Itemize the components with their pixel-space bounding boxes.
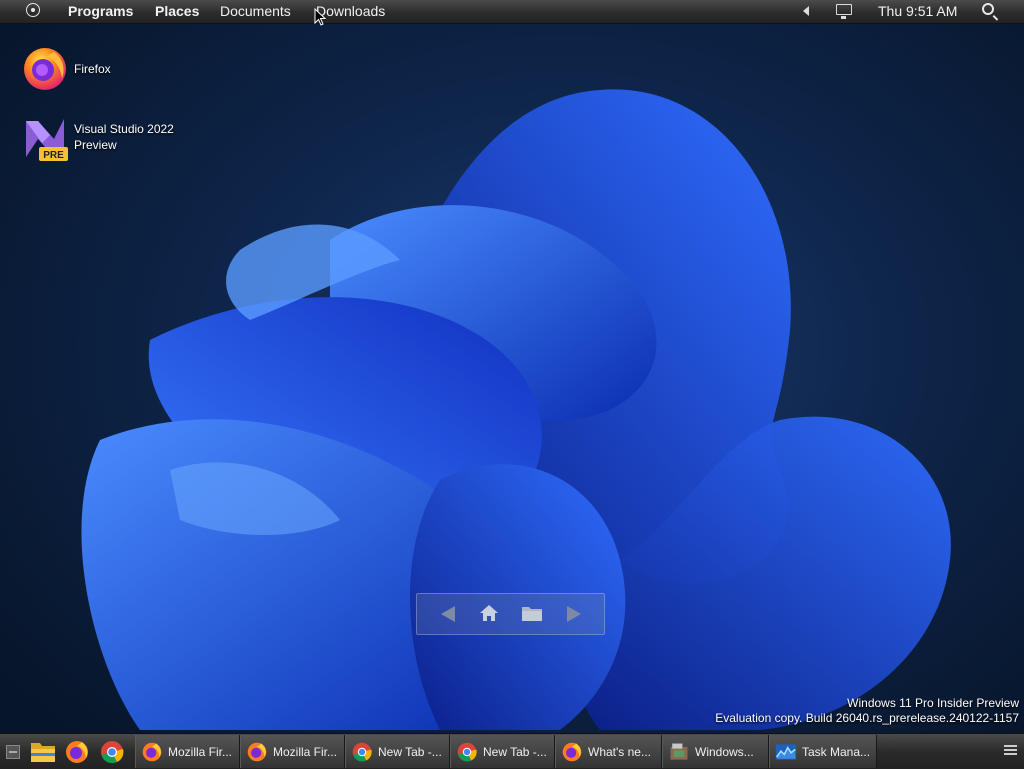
- firefox-icon: [142, 742, 162, 762]
- firefox-icon: [562, 742, 582, 762]
- taskbar-window-label: Mozilla Fir...: [273, 745, 338, 759]
- taskbar-window-label: Mozilla Fir...: [168, 745, 233, 759]
- mouse-cursor-icon: [314, 8, 326, 26]
- taskbar-window-firefox-2[interactable]: Mozilla Fir...: [240, 735, 345, 768]
- desktop-icon-label: Firefox: [74, 62, 111, 76]
- taskbar-window-chrome-1[interactable]: New Tab -...: [345, 735, 450, 768]
- windows-app-icon: [670, 743, 688, 760]
- chrome-icon: [352, 742, 372, 762]
- forward-arrow-icon[interactable]: [565, 605, 583, 623]
- dock: [416, 593, 605, 635]
- desktop[interactable]: Programs Places Documents Downloads Thu …: [0, 0, 1024, 769]
- windows-watermark: Windows 11 Pro Insider Preview Evaluatio…: [715, 696, 1019, 726]
- taskbar-window-windows-app[interactable]: Windows...: [662, 735, 769, 768]
- taskbar-window-firefox-3[interactable]: What's ne...: [555, 735, 662, 768]
- firefox-icon[interactable]: [64, 739, 90, 765]
- documents-menu[interactable]: Documents: [220, 3, 291, 20]
- taskbar-window-chrome-2[interactable]: New Tab -...: [450, 735, 555, 768]
- clock[interactable]: Thu 9:51 AM: [878, 3, 957, 20]
- taskbar-window-label: New Tab -...: [483, 745, 547, 759]
- file-explorer-icon[interactable]: [30, 740, 56, 764]
- show-desktop-icon[interactable]: [6, 745, 20, 759]
- tray-expand-arrow-icon[interactable]: [803, 6, 809, 16]
- desktop-icon-firefox[interactable]: Firefox: [20, 44, 200, 94]
- display-icon[interactable]: [836, 4, 852, 19]
- watermark-line-1: Windows 11 Pro Insider Preview: [847, 696, 1019, 710]
- programs-menu[interactable]: Programs: [68, 3, 133, 20]
- chrome-icon[interactable]: [99, 739, 125, 765]
- search-icon[interactable]: [982, 3, 994, 15]
- firefox-icon: [247, 742, 267, 762]
- taskbar-window-label: Windows...: [695, 745, 754, 759]
- downloads-menu[interactable]: Downloads: [316, 3, 385, 20]
- desktop-icon-visual-studio-preview[interactable]: PRE Visual Studio 2022 Preview: [20, 113, 200, 163]
- watermark-line-2: Evaluation copy. Build 26040.rs_prerelea…: [715, 711, 1019, 725]
- places-menu[interactable]: Places: [155, 3, 199, 20]
- taskbar: Mozilla Fir... Mozilla Fir... New Tab -.…: [0, 733, 1024, 769]
- back-arrow-icon[interactable]: [439, 605, 457, 623]
- pre-badge: PRE: [43, 150, 64, 161]
- taskbar-window-task-manager[interactable]: Task Mana...: [769, 735, 877, 768]
- taskbar-menu-icon[interactable]: [1004, 745, 1017, 755]
- chrome-icon: [457, 742, 477, 762]
- folder-icon[interactable]: [521, 604, 543, 622]
- home-icon[interactable]: [479, 603, 499, 623]
- taskbar-window-label: Task Mana...: [802, 745, 871, 759]
- main-menu-icon[interactable]: [26, 3, 40, 17]
- desktop-icon-label: Visual Studio 2022 Preview: [74, 122, 174, 152]
- visual-studio-preview-icon: PRE: [26, 119, 68, 161]
- top-panel: Programs Places Documents Downloads Thu …: [0, 0, 1024, 24]
- taskbar-window-label: New Tab -...: [378, 745, 442, 759]
- task-manager-icon: [775, 744, 797, 760]
- firefox-icon: [24, 48, 66, 90]
- taskbar-window-label: What's ne...: [588, 745, 651, 759]
- taskbar-window-firefox-1[interactable]: Mozilla Fir...: [135, 735, 240, 768]
